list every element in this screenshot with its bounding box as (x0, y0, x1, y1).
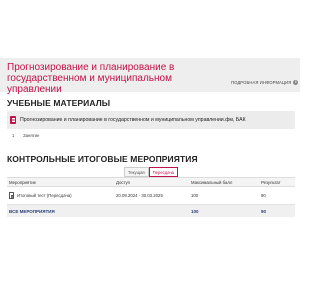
details-link-label: ПОДРОБНАЯ ИНФОРМАЦИЯ (231, 80, 292, 85)
column-header-max-score: Максимальный балл (191, 179, 233, 185)
lesson-number: 1 (12, 133, 15, 138)
lesson-row[interactable]: 1 Занятие (7, 131, 295, 140)
table-total-row: ВСЕ МЕРОПРИЯТИЯ 100 90 (7, 205, 295, 217)
materials-section-title: УЧЕБНЫЕ МАТЕРИАЛЫ (7, 98, 111, 108)
events-table: Мероприятие Доступ Максимальный балл Рез… (7, 177, 295, 217)
total-result: 90 (261, 208, 267, 214)
details-link[interactable]: ПОДРОБНАЯ ИНФОРМАЦИЯ i (231, 80, 299, 85)
result-cell: 90 (261, 193, 266, 198)
event-name: Итоговый тест (Пересдача) (17, 193, 72, 198)
tab-current[interactable]: Текущая (124, 167, 149, 177)
total-max-score: 100 (191, 208, 199, 214)
column-header-access: Доступ (116, 179, 130, 185)
test-icon (9, 192, 14, 199)
table-header: Мероприятие Доступ Максимальный балл Рез… (7, 177, 295, 187)
page: Прогнозирование и планирование в государ… (0, 0, 300, 300)
access-cell: 20.09.2024 - 30.03.2025 (116, 193, 163, 198)
course-title: Прогнозирование и планирование в государ… (7, 62, 175, 95)
max-score-cell: 100 (191, 193, 199, 198)
info-icon: i (293, 80, 299, 85)
lesson-label: Занятие (23, 133, 40, 138)
material-item-label: Прогнозирование и планирование в государ… (20, 117, 246, 123)
events-tabs: Текущая Пересдача (124, 167, 178, 177)
tab-retake[interactable]: Пересдача (148, 167, 178, 177)
event-cell: Итоговый тест (Пересдача) (7, 192, 116, 199)
table-row[interactable]: Итоговый тест (Пересдача) 20.09.2024 - 3… (7, 187, 295, 205)
column-header-result: Результат (261, 179, 281, 185)
total-label: ВСЕ МЕРОПРИЯТИЯ (9, 208, 55, 214)
events-section-title: КОНТРОЛЬНЫЕ ИТОГОВЫЕ МЕРОПРИЯТИЯ (7, 154, 198, 164)
material-item[interactable]: Прогнозирование и планирование в государ… (7, 111, 295, 129)
column-header-event: Мероприятие (9, 179, 36, 185)
document-icon (10, 116, 16, 124)
